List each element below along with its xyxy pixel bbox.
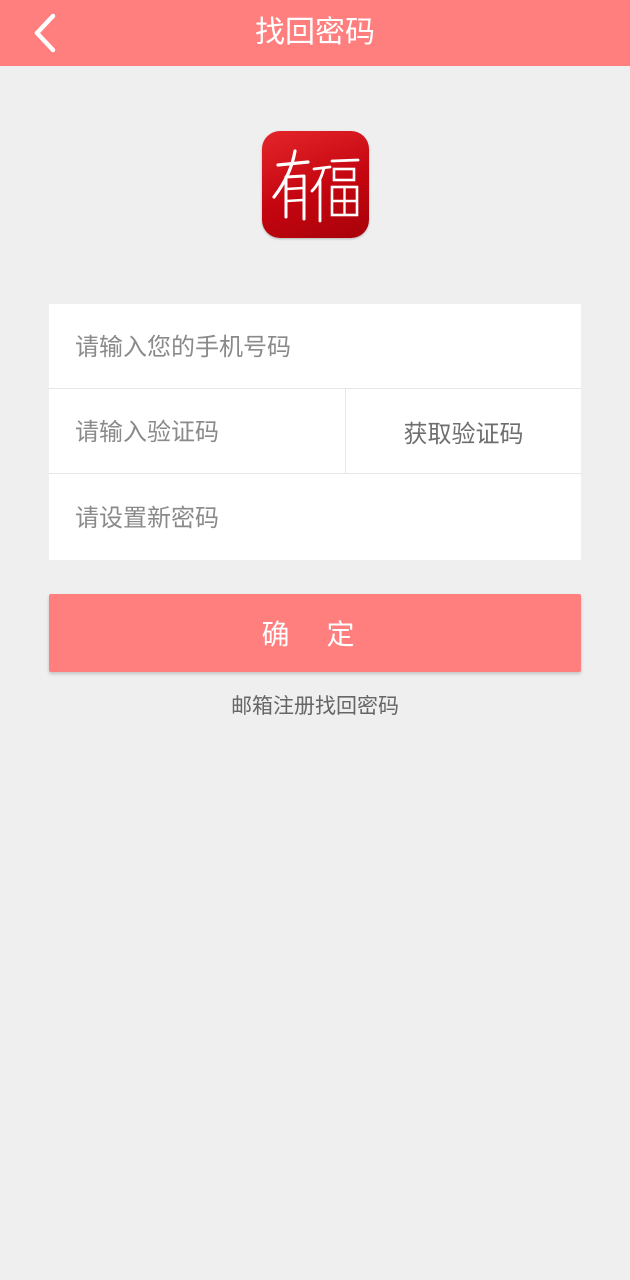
code-row: 获取验证码 <box>49 389 581 474</box>
password-row <box>49 475 581 560</box>
reset-password-form: 获取验证码 <box>49 304 581 560</box>
logo-calligraphy-icon <box>272 149 360 223</box>
top-bar: 找回密码 <box>0 0 630 66</box>
confirm-button[interactable]: 确 定 <box>49 594 581 672</box>
phone-row <box>49 304 581 389</box>
phone-input[interactable] <box>49 304 581 389</box>
app-logo <box>262 131 369 238</box>
email-recover-link[interactable]: 邮箱注册找回密码 <box>0 690 630 720</box>
new-password-input[interactable] <box>49 475 581 560</box>
get-code-button[interactable]: 获取验证码 <box>345 389 581 474</box>
verification-code-input[interactable] <box>49 389 345 474</box>
page-title: 找回密码 <box>255 15 375 50</box>
